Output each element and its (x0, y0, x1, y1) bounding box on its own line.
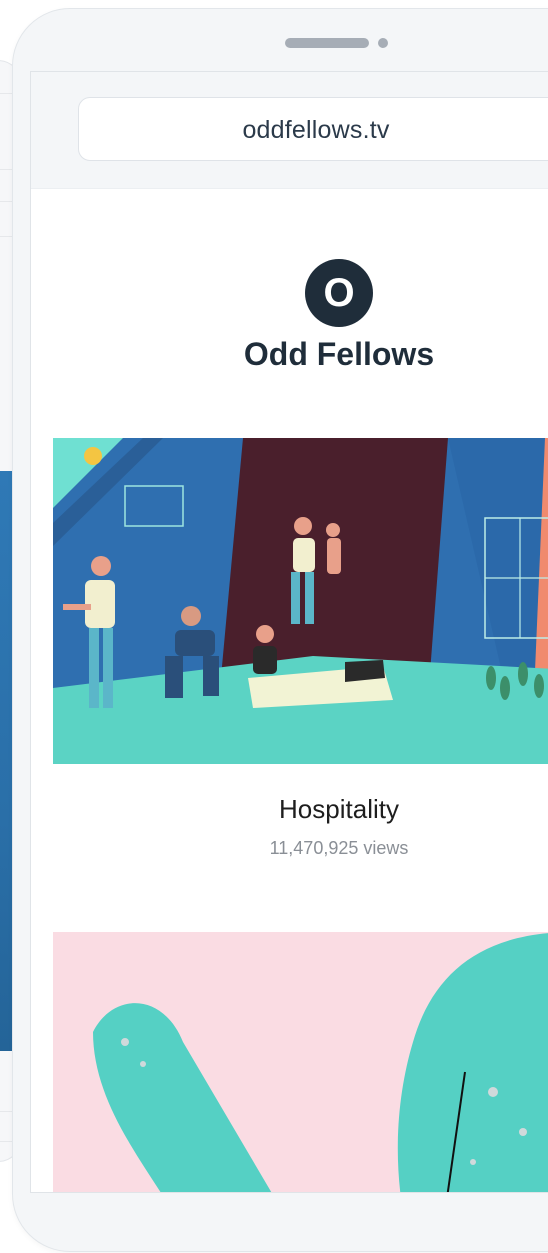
site-name: Odd Fellows (243, 336, 435, 372)
browser-bar: oddfellows.tv (31, 72, 548, 189)
video-view-count: 11,470,925 views (269, 838, 409, 858)
url-text: oddfellows.tv (242, 116, 390, 144)
video-thumbnail[interactable] (53, 932, 548, 1192)
video-thumbnail[interactable] (53, 438, 548, 764)
app-promo-stage: oddfellows.tv O Odd Fellows Hospitality … (0, 0, 548, 1253)
phone-frame: oddfellows.tv O Odd Fellows Hospitality … (12, 8, 548, 1252)
thumbnail-illustration (53, 438, 548, 764)
phone-screen: oddfellows.tv O Odd Fellows Hospitality … (30, 71, 548, 1193)
video-title[interactable]: Hospitality (139, 794, 539, 825)
speaker-grille (285, 38, 369, 48)
front-camera (378, 38, 388, 48)
address-bar[interactable]: oddfellows.tv (78, 97, 548, 161)
site-logo[interactable]: O (305, 259, 373, 327)
thumbnail-illustration (53, 932, 548, 1192)
